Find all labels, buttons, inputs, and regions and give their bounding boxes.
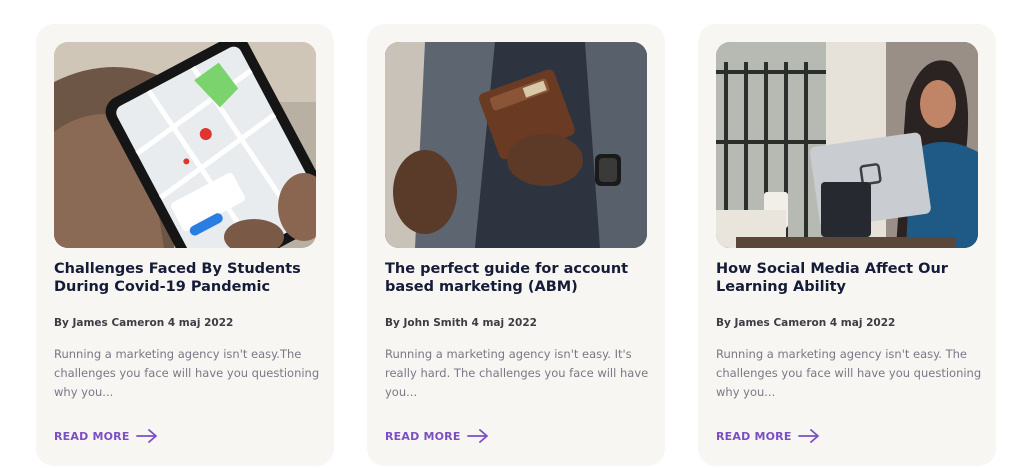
post-thumbnail[interactable] [54, 42, 316, 248]
post-thumbnail[interactable] [716, 42, 978, 248]
read-more-label: READ MORE [54, 429, 130, 443]
read-more-label: READ MORE [385, 429, 461, 443]
laptop-cafe-image [716, 42, 978, 248]
blog-card: How Social Media Affect Our Learning Abi… [698, 24, 996, 466]
post-thumbnail[interactable] [385, 42, 647, 248]
post-excerpt: Running a marketing agency isn't easy. I… [385, 347, 649, 399]
blog-card: Challenges Faced By Students During Covi… [36, 24, 334, 466]
post-excerpt: Running a marketing agency isn't easy.Th… [54, 347, 320, 399]
post-author-date: By James Cameron 4 maj 2022 [716, 317, 896, 329]
read-more-label: READ MORE [716, 429, 792, 443]
wallet-jacket-image [385, 42, 647, 248]
read-more-link[interactable]: READ MORE [716, 427, 820, 445]
arrow-right-icon [135, 429, 158, 443]
blog-card: The perfect guide for account based mark… [367, 24, 665, 466]
blog-card-grid: Challenges Faced By Students During Covi… [36, 24, 998, 466]
read-more-link[interactable]: READ MORE [54, 427, 158, 445]
post-title[interactable]: The perfect guide for account based mark… [385, 260, 647, 296]
post-author-date: By James Cameron 4 maj 2022 [54, 317, 234, 329]
post-title[interactable]: Challenges Faced By Students During Covi… [54, 260, 316, 296]
phone-map-image [54, 42, 316, 248]
read-more-link[interactable]: READ MORE [385, 427, 489, 445]
post-author-date: By John Smith 4 maj 2022 [385, 317, 537, 329]
arrow-right-icon [797, 429, 820, 443]
post-title[interactable]: How Social Media Affect Our Learning Abi… [716, 260, 978, 296]
arrow-right-icon [466, 429, 489, 443]
post-excerpt: Running a marketing agency isn't easy. T… [716, 347, 982, 399]
